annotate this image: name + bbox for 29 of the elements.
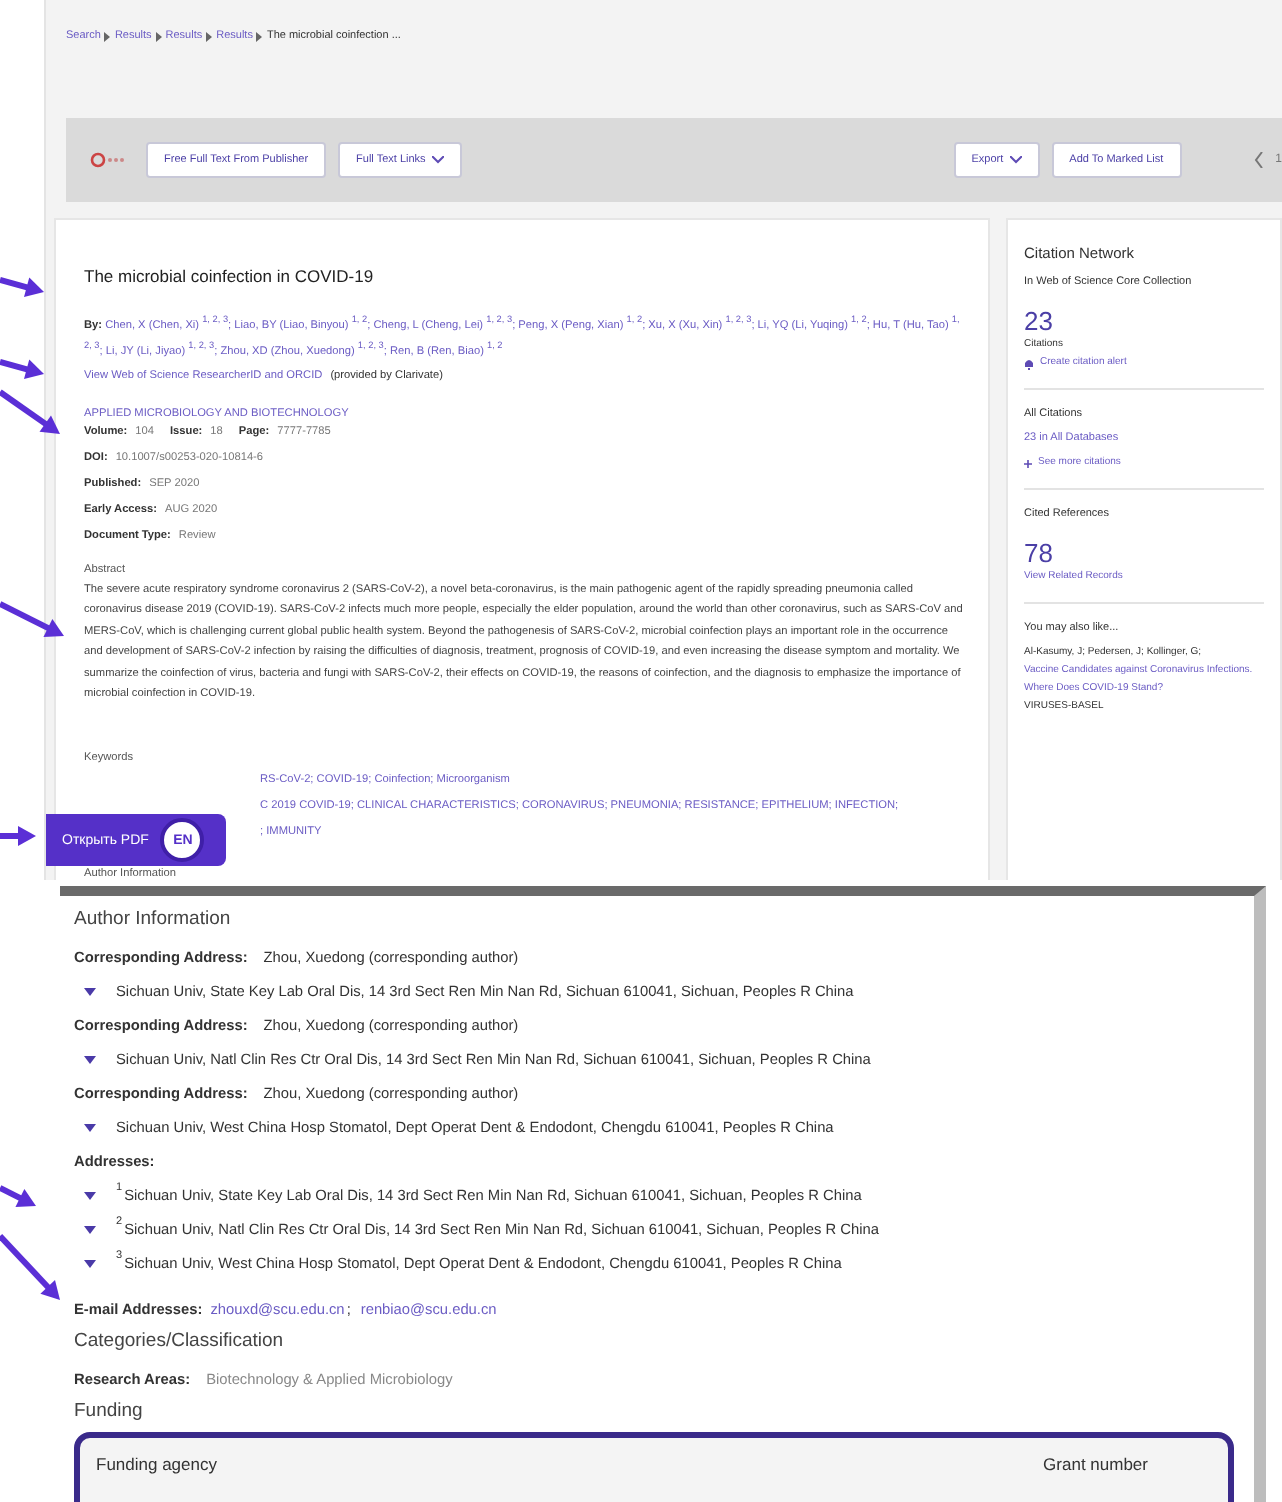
previous-icon[interactable]: [1253, 152, 1264, 168]
annotation-arrow: [0, 277, 44, 297]
expand-icon[interactable]: [84, 1191, 96, 1199]
bell-icon: [1024, 357, 1034, 369]
chevron-icon: [104, 31, 111, 41]
citation-count[interactable]: 23: [1024, 306, 1264, 336]
annotation-arrow: [0, 389, 60, 434]
record-title: The microbial coinfection in COVID-19: [84, 268, 376, 286]
section-heading: Categories/Classification: [74, 1330, 286, 1352]
annotation-arrow: [0, 1185, 36, 1207]
expand-icon[interactable]: [84, 987, 96, 995]
chevron-icon: [206, 31, 213, 41]
expand-icon[interactable]: [84, 1259, 96, 1267]
column-header: Grant number: [1043, 1454, 1148, 1474]
expand-icon[interactable]: [84, 1225, 96, 1233]
column-header: Funding agency: [96, 1454, 217, 1474]
chevron-icon: [256, 31, 263, 41]
annotation-arrow: [0, 601, 64, 637]
chevron-icon: [155, 31, 162, 41]
expand-icon[interactable]: [84, 1055, 96, 1063]
annotation-arrow: [0, 1233, 60, 1300]
expand-icon[interactable]: [84, 1123, 96, 1131]
reference-count[interactable]: 78: [1024, 538, 1264, 568]
logo-icon: [90, 152, 126, 168]
section-heading: Funding: [74, 1400, 145, 1422]
annotation-arrow: [0, 359, 44, 379]
section-heading: Author Information: [74, 908, 233, 930]
plus-icon: [1024, 459, 1032, 467]
annotation-arrow: [0, 826, 36, 846]
